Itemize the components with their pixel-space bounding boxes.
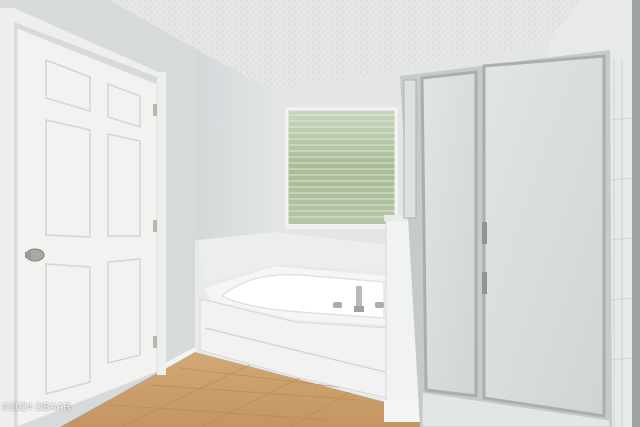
bathroom-photo-drawing: [0, 0, 640, 427]
shower-side-glass: [403, 79, 417, 219]
half-wall-base: [384, 400, 424, 422]
door-frame-left: [0, 8, 14, 427]
door-frame-right: [157, 72, 166, 375]
window-sill: [285, 224, 399, 229]
watermark-text: ©2024 DBAAR: [2, 402, 72, 413]
shower-door-handle[interactable]: [482, 272, 487, 294]
shower-door[interactable]: [482, 54, 606, 418]
bathroom-photo: ©2024 DBAAR: [0, 0, 640, 427]
shower-fixed-panel: [420, 70, 478, 398]
door-knob[interactable]: [25, 248, 45, 262]
right-edge-trim: [632, 0, 640, 427]
door[interactable]: [16, 27, 158, 427]
shower-door-hinge: [482, 222, 487, 244]
